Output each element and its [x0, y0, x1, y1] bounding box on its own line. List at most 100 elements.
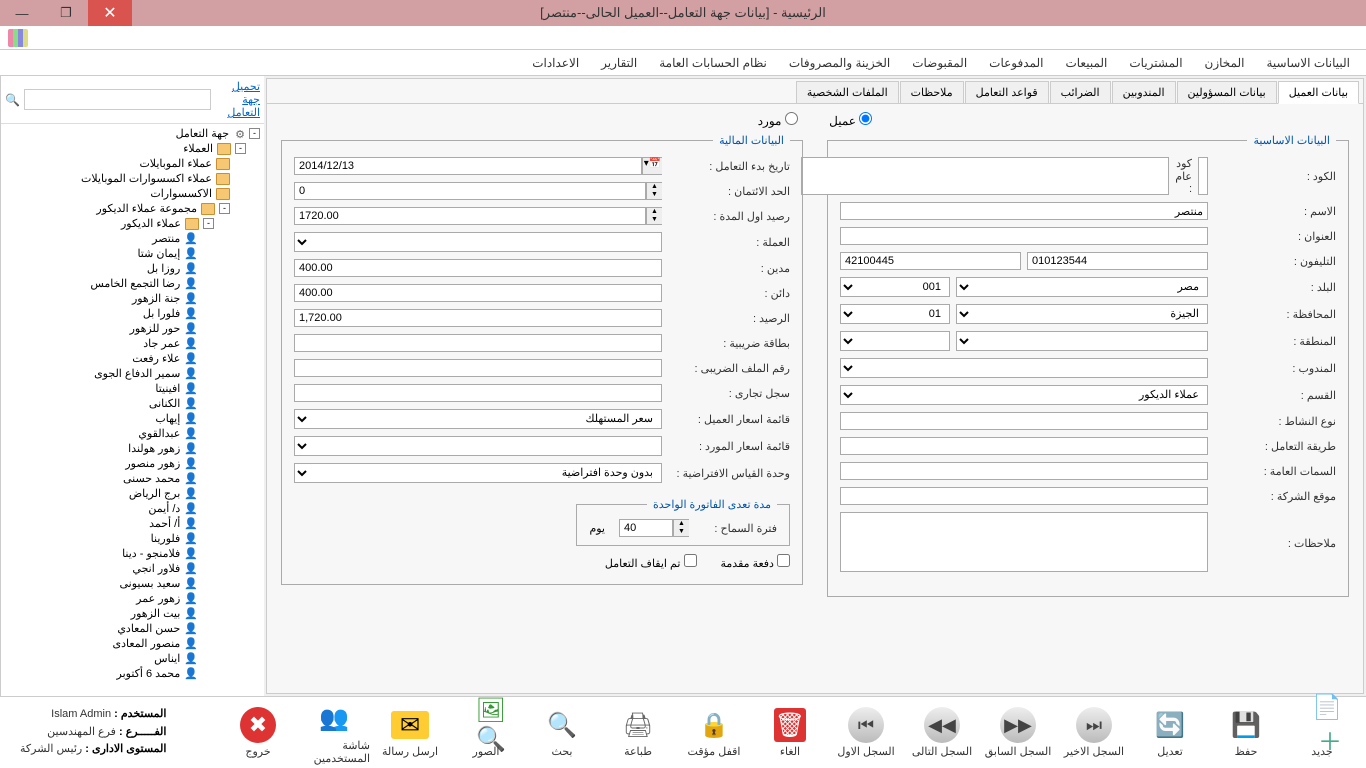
- tree-node[interactable]: 👤فلامنجو - دينا: [3, 546, 262, 561]
- open-spinner[interactable]: ▲▼: [646, 207, 662, 225]
- minimize-button[interactable]: —: [0, 0, 44, 26]
- tree-node[interactable]: 👤فلورينا: [3, 531, 262, 546]
- prev-record-button[interactable]: ▶▶السجل السابق: [982, 701, 1054, 765]
- country-code-select[interactable]: 001: [840, 277, 950, 297]
- tree-node[interactable]: 👤زهور عمر: [3, 591, 262, 606]
- search-icon[interactable]: 🔍: [5, 93, 20, 107]
- method-input[interactable]: [840, 437, 1208, 455]
- tags-input[interactable]: [840, 462, 1208, 480]
- default-unit-select[interactable]: بدون وحدة افتراضية: [294, 463, 662, 483]
- area-select[interactable]: [956, 331, 1208, 351]
- new-button[interactable]: 📄＋جديد: [1286, 701, 1358, 765]
- next-record-button[interactable]: ◀◀السجل التالى: [906, 701, 978, 765]
- maximize-button[interactable]: ❐: [44, 0, 88, 26]
- advance-checkbox[interactable]: دفعة مقدمة: [721, 554, 791, 570]
- credit-spinner[interactable]: ▲▼: [646, 182, 662, 200]
- type-client[interactable]: عميل: [829, 114, 872, 128]
- tree-node[interactable]: عملاء الموبايلات: [3, 156, 262, 171]
- opening-balance-input[interactable]: [294, 207, 646, 225]
- tree-node[interactable]: -⚙جهة التعامل: [3, 126, 262, 141]
- tree-node[interactable]: 👤رضا التجمع الخامس: [3, 276, 262, 291]
- lock-button[interactable]: 🔒اقفل مؤقت: [678, 701, 750, 765]
- supplier-pricelist-select[interactable]: [294, 436, 662, 456]
- tree-node[interactable]: 👤روزا بل: [3, 261, 262, 276]
- debit-input[interactable]: [294, 259, 662, 277]
- tree-node[interactable]: 👤برج الرياض: [3, 486, 262, 501]
- tab-4[interactable]: قواعد التعامل: [965, 81, 1049, 103]
- tree-node[interactable]: 👤فلورا بل: [3, 306, 262, 321]
- menu-9[interactable]: الاعدادات: [522, 52, 589, 74]
- tree-node[interactable]: عملاء اكسسوارات الموبايلات: [3, 171, 262, 186]
- save-button[interactable]: 💾حفظ: [1210, 701, 1282, 765]
- tree-node[interactable]: 👤افينيتا: [3, 381, 262, 396]
- tree-node[interactable]: 👤عبدالقوي: [3, 426, 262, 441]
- tree-node[interactable]: 👤منتصر: [3, 231, 262, 246]
- print-button[interactable]: 🖨طباعة: [602, 701, 674, 765]
- tab-6[interactable]: الملفات الشخصية: [796, 81, 899, 103]
- tree-node[interactable]: 👤إيهاب: [3, 411, 262, 426]
- menu-4[interactable]: المدفوعات: [979, 52, 1053, 74]
- dept-select[interactable]: عملاء الديكور: [840, 385, 1208, 405]
- tree-node[interactable]: 👤فلاور انجي: [3, 561, 262, 576]
- menu-0[interactable]: البيانات الاساسية: [1256, 52, 1360, 74]
- tree-node[interactable]: 👤حسن المعادي: [3, 621, 262, 636]
- client-pricelist-select[interactable]: سعر المستهلك: [294, 409, 662, 429]
- phone1-input[interactable]: [1027, 252, 1208, 270]
- area-code-select[interactable]: [840, 331, 950, 351]
- tab-5[interactable]: ملاحظات: [900, 81, 964, 103]
- menu-5[interactable]: المقبوضات: [902, 52, 977, 74]
- menu-7[interactable]: نظام الحسابات العامة: [649, 52, 777, 74]
- menu-6[interactable]: الخزينة والمصروفات: [779, 52, 900, 74]
- tree-node[interactable]: 👤عمر جاد: [3, 336, 262, 351]
- menu-8[interactable]: التقارير: [591, 52, 647, 74]
- start-date-input[interactable]: [294, 157, 642, 175]
- governorate-select[interactable]: الجيزة: [956, 304, 1208, 324]
- country-select[interactable]: مصر: [956, 277, 1208, 297]
- commercial-reg-input[interactable]: [294, 384, 662, 402]
- tab-1[interactable]: بيانات المسؤولين: [1177, 81, 1277, 103]
- tree-node[interactable]: 👤محمد حسنى: [3, 471, 262, 486]
- tab-3[interactable]: الضرائب: [1050, 81, 1111, 103]
- first-record-button[interactable]: ⏮السجل الاول: [830, 701, 902, 765]
- tree-node[interactable]: 👤حور للزهور: [3, 321, 262, 336]
- find-button[interactable]: 🔍بحث: [526, 701, 598, 765]
- rep-select[interactable]: [840, 358, 1208, 378]
- grace-spinner[interactable]: ▲▼: [673, 519, 689, 537]
- credit-input[interactable]: [294, 284, 662, 302]
- calendar-icon[interactable]: 📅▾: [642, 157, 662, 175]
- send-message-button[interactable]: ✉ارسل رسالة: [374, 701, 446, 765]
- governorate-code-select[interactable]: 01: [840, 304, 950, 324]
- tree-node[interactable]: 👤جنة الزهور: [3, 291, 262, 306]
- sidebar-search-input[interactable]: [24, 89, 211, 110]
- tree-node[interactable]: -عملاء الديكور: [3, 216, 262, 231]
- address-input[interactable]: [840, 227, 1208, 245]
- tree-node[interactable]: 👤محمد 6 أكتوبر: [3, 666, 262, 681]
- users-screen-button[interactable]: 👥شاشة المستخدمين: [298, 701, 370, 765]
- site-input[interactable]: [840, 487, 1208, 505]
- tree-node[interactable]: 👤بيت الزهور: [3, 606, 262, 621]
- edit-button[interactable]: 🔄تعديل: [1134, 701, 1206, 765]
- exit-button[interactable]: ✖خروج: [222, 701, 294, 765]
- tax-card-input[interactable]: [294, 334, 662, 352]
- code-input[interactable]: [1198, 157, 1208, 195]
- close-button[interactable]: ✕: [88, 0, 132, 26]
- type-supplier[interactable]: مورد: [758, 114, 798, 128]
- tree-node[interactable]: 👤سمير الدفاع الجوى: [3, 366, 262, 381]
- tree-node[interactable]: 👤زهور هولندا: [3, 441, 262, 456]
- menu-1[interactable]: المخازن: [1195, 52, 1255, 74]
- tree-node[interactable]: 👤أ/ أحمد: [3, 516, 262, 531]
- tab-0[interactable]: بيانات العميل: [1278, 81, 1359, 104]
- tree-node[interactable]: -العملاء: [3, 141, 262, 156]
- tree-node[interactable]: 👤ايناس: [3, 651, 262, 666]
- load-party-link[interactable]: تحميل جهة التعامل: [215, 80, 260, 119]
- credit-limit-input[interactable]: [294, 182, 646, 200]
- menu-3[interactable]: المبيعات: [1055, 52, 1117, 74]
- tree-node[interactable]: 👤زهور منصور: [3, 456, 262, 471]
- stop-checkbox[interactable]: تم ايقاف التعامل: [605, 554, 697, 570]
- currency-select[interactable]: [294, 232, 662, 252]
- tax-file-input[interactable]: [294, 359, 662, 377]
- tree-node[interactable]: 👤د/ أيمن: [3, 501, 262, 516]
- tree-node[interactable]: 👤سعيد بسيونى: [3, 576, 262, 591]
- tree-node[interactable]: -مجموعة عملاء الديكور: [3, 201, 262, 216]
- notes-input[interactable]: [840, 512, 1208, 572]
